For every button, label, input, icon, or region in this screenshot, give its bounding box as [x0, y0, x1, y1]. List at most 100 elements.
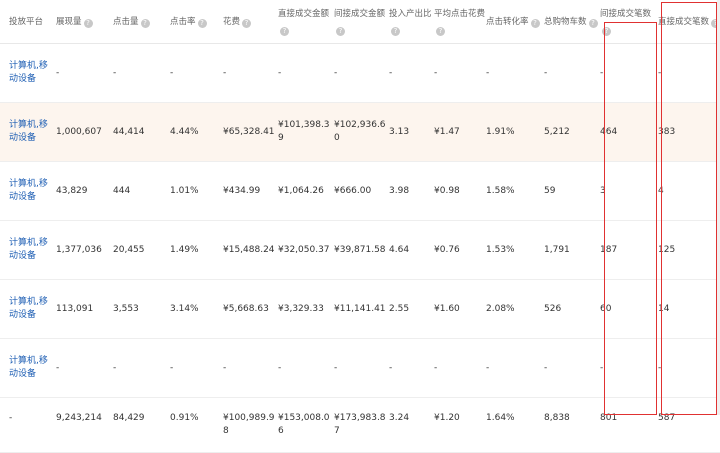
help-icon[interactable]: ? — [140, 18, 150, 28]
cell-impressions: 43,829 — [56, 161, 113, 221]
cell-cvr: 1.91% — [486, 102, 544, 162]
cell-cart: - — [544, 338, 600, 398]
cell-platform[interactable]: 计算机,移动设备 — [0, 43, 56, 103]
col-header-cart[interactable]: 总购物车数? — [544, 0, 600, 44]
help-icon[interactable]: ? — [588, 18, 598, 28]
cell-cost: ¥65,328.41 — [223, 102, 278, 162]
annotation-box-direct-orders — [661, 2, 717, 415]
cell-ctr: 3.14% — [170, 279, 223, 339]
cell-cart: 5,212 — [544, 102, 600, 162]
cell-clicks: 3,553 — [113, 279, 170, 339]
cell-clicks: - — [113, 338, 170, 398]
help-icon[interactable]: ? — [197, 18, 207, 28]
cell-indirect-amount: ¥102,936.60 — [334, 102, 389, 162]
col-header-roi[interactable]: 投入产出比? — [389, 0, 434, 44]
cell-impressions: 113,091 — [56, 279, 113, 339]
cell-cost: - — [223, 43, 278, 103]
help-icon[interactable]: ? — [436, 26, 445, 36]
col-header-cvr[interactable]: 点击转化率? — [486, 0, 544, 44]
cell-impressions: - — [56, 43, 113, 103]
cell-ctr: - — [170, 338, 223, 398]
cell-cart: 59 — [544, 161, 600, 221]
col-header-ctr[interactable]: 点击率? — [170, 0, 223, 44]
cell-cvr: 1.53% — [486, 220, 544, 280]
cell-roi: - — [389, 43, 434, 103]
cell-clicks: 444 — [113, 161, 170, 221]
cell-avg-cpc: - — [434, 338, 486, 398]
cell-ctr: 4.44% — [170, 102, 223, 162]
cell-avg-cpc: ¥1.60 — [434, 279, 486, 339]
cell-roi: - — [389, 338, 434, 398]
cell-cart: 526 — [544, 279, 600, 339]
cell-roi: 3.24 — [389, 397, 434, 453]
cell-direct-amount: ¥32,050.37 — [278, 220, 334, 280]
cell-cost: ¥15,488.24 — [223, 220, 278, 280]
cell-impressions: 1,000,607 — [56, 102, 113, 162]
cell-clicks: 20,455 — [113, 220, 170, 280]
cell-platform[interactable]: 计算机,移动设备 — [0, 338, 56, 398]
cell-clicks: - — [113, 43, 170, 103]
cell-roi: 4.64 — [389, 220, 434, 280]
cell-direct-amount: - — [278, 338, 334, 398]
cell-cart: 8,838 — [544, 397, 600, 453]
help-icon[interactable]: ? — [280, 26, 289, 36]
cell-indirect-amount: ¥173,983.87 — [334, 397, 389, 453]
help-icon[interactable]: ? — [530, 18, 540, 28]
cell-avg-cpc: ¥1.20 — [434, 397, 486, 453]
cell-direct-amount: ¥1,064.26 — [278, 161, 334, 221]
cell-ctr: 0.91% — [170, 397, 223, 453]
cell-impressions: - — [56, 338, 113, 398]
cell-impressions: 1,377,036 — [56, 220, 113, 280]
cell-cart: 1,791 — [544, 220, 600, 280]
help-icon[interactable]: ? — [391, 26, 400, 36]
cell-clicks: 44,414 — [113, 102, 170, 162]
cell-cost: ¥5,668.63 — [223, 279, 278, 339]
cell-cost: - — [223, 338, 278, 398]
cell-cvr: 1.58% — [486, 161, 544, 221]
col-header-cost[interactable]: 花费? — [223, 0, 278, 44]
cell-roi: 3.98 — [389, 161, 434, 221]
cell-platform[interactable]: 计算机,移动设备 — [0, 161, 56, 221]
cell-avg-cpc: ¥0.98 — [434, 161, 486, 221]
cell-cvr: - — [486, 338, 544, 398]
col-header-impressions[interactable]: 展现量? — [56, 0, 113, 44]
col-header-clicks[interactable]: 点击量? — [113, 0, 170, 44]
cell-indirect-amount: - — [334, 338, 389, 398]
cell-platform: - — [0, 397, 56, 453]
help-icon[interactable]: ? — [83, 18, 93, 28]
cell-direct-amount: ¥101,398.39 — [278, 102, 334, 162]
cell-cost: ¥100,989.98 — [223, 397, 278, 453]
cell-cvr: 2.08% — [486, 279, 544, 339]
cell-avg-cpc: - — [434, 43, 486, 103]
cell-ctr: 1.01% — [170, 161, 223, 221]
cell-impressions: 9,243,214 — [56, 397, 113, 453]
cell-roi: 2.55 — [389, 279, 434, 339]
cell-direct-amount: ¥153,008.06 — [278, 397, 334, 453]
col-header-direct-amount[interactable]: 直接成交金额? — [278, 0, 334, 44]
annotation-box-indirect-orders — [604, 22, 657, 415]
cell-cart: - — [544, 43, 600, 103]
cell-direct-amount: ¥3,329.33 — [278, 279, 334, 339]
cell-avg-cpc: ¥0.76 — [434, 220, 486, 280]
cell-avg-cpc: ¥1.47 — [434, 102, 486, 162]
col-header-platform[interactable]: 投放平台 — [0, 0, 56, 44]
cell-platform[interactable]: 计算机,移动设备 — [0, 102, 56, 162]
cell-cvr: 1.64% — [486, 397, 544, 453]
help-icon[interactable]: ? — [336, 26, 345, 36]
help-icon[interactable]: ? — [242, 18, 252, 28]
col-header-indirect-amount[interactable]: 间接成交金额? — [334, 0, 389, 44]
cell-ctr: - — [170, 43, 223, 103]
cell-indirect-amount: ¥39,871.58 — [334, 220, 389, 280]
col-header-avg-cpc[interactable]: 平均点击花费? — [434, 0, 486, 44]
cell-cvr: - — [486, 43, 544, 103]
cell-indirect-amount: ¥666.00 — [334, 161, 389, 221]
cell-clicks: 84,429 — [113, 397, 170, 453]
cell-direct-amount: - — [278, 43, 334, 103]
cell-platform[interactable]: 计算机,移动设备 — [0, 279, 56, 339]
cell-roi: 3.13 — [389, 102, 434, 162]
cell-indirect-amount: - — [334, 43, 389, 103]
cell-cost: ¥434.99 — [223, 161, 278, 221]
cell-platform[interactable]: 计算机,移动设备 — [0, 220, 56, 280]
cell-indirect-amount: ¥11,141.41 — [334, 279, 389, 339]
cell-ctr: 1.49% — [170, 220, 223, 280]
